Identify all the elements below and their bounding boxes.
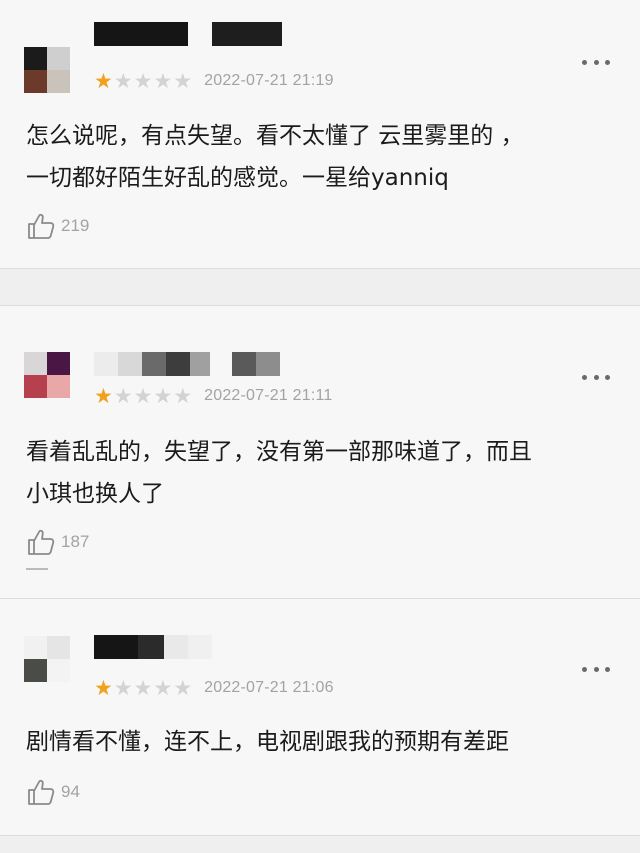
avatar-pixel [47, 47, 70, 70]
section-gap [0, 836, 640, 853]
review-card: ★ ★ ★ ★ ★ 2022-07-21 21:06 剧情看不懂，连不上，电视剧… [0, 599, 640, 835]
review-content-line: 剧情看不懂，连不上，电视剧跟我的预期有差距 [26, 729, 509, 755]
review-feed: ★ ★ ★ ★ ★ 2022-07-21 21:19 怎么说呢，有点失望。看不太… [0, 0, 640, 853]
username-redacted[interactable] [94, 352, 280, 376]
star-icon: ★ [133, 384, 153, 408]
star-icon: ★ [173, 384, 193, 408]
review-card: ★ ★ ★ ★ ★ 2022-07-21 21:11 看着乱乱的，失望了，没有第… [0, 306, 640, 598]
review-content-line: 一切都好陌生好乱的感觉。一星给yanniq [26, 165, 449, 191]
review-content-line: 看着乱乱的，失望了，没有第一部那味道了，而且 [26, 439, 532, 465]
avatar-pixel [24, 375, 47, 398]
avatar-pixel [24, 352, 47, 375]
avatar-pixel [47, 70, 70, 93]
avatar-pixel [47, 352, 70, 375]
review-content-line: 怎么说呢，有点失望。看不太懂了 云里雾里的 ， [26, 123, 524, 149]
review-date: 2022-07-21 21:11 [204, 387, 333, 404]
like-count: 187 [61, 532, 90, 551]
star-icon: ★ [173, 676, 193, 700]
review-content-line: 小琪也换人了 [26, 481, 164, 507]
star-icon: ★ [173, 69, 193, 93]
star-icon: ★ [113, 384, 133, 408]
star-rating: ★ ★ ★ ★ ★ [94, 385, 192, 407]
star-icon: ★ [94, 384, 113, 408]
star-icon: ★ [113, 69, 133, 93]
avatar[interactable] [24, 352, 70, 398]
rating-row: ★ ★ ★ ★ ★ 2022-07-21 21:11 [94, 383, 332, 409]
username-redacted[interactable] [94, 22, 282, 46]
more-icon[interactable] [582, 57, 610, 67]
username-redacted[interactable] [94, 635, 212, 659]
section-gap [0, 269, 640, 305]
review-content: 怎么说呢，有点失望。看不太懂了 云里雾里的 ， 一切都好陌生好乱的感觉。一星给y… [26, 115, 616, 199]
review-date: 2022-07-21 21:19 [204, 72, 334, 89]
avatar-pixel [24, 47, 47, 70]
like-button[interactable]: 219 [26, 211, 89, 241]
avatar-pixel [47, 636, 70, 659]
review-card: ★ ★ ★ ★ ★ 2022-07-21 21:19 怎么说呢，有点失望。看不太… [0, 0, 640, 268]
star-icon: ★ [153, 384, 173, 408]
review-content: 剧情看不懂，连不上，电视剧跟我的预期有差距 [26, 721, 616, 763]
like-button[interactable]: 94 [26, 777, 80, 807]
avatar[interactable] [24, 47, 70, 93]
thumbs-up-icon [28, 213, 55, 239]
thumbs-up-icon [28, 779, 55, 805]
like-count: 94 [61, 782, 80, 801]
review-content: 看着乱乱的，失望了，没有第一部那味道了，而且 小琪也换人了 [26, 431, 616, 515]
thumbs-up-icon [28, 529, 55, 555]
divider-fragment [26, 568, 48, 570]
avatar[interactable] [24, 636, 70, 682]
star-icon: ★ [153, 676, 173, 700]
more-icon[interactable] [582, 664, 610, 674]
star-icon: ★ [133, 69, 153, 93]
avatar-pixel [24, 70, 47, 93]
star-icon: ★ [133, 676, 153, 700]
like-button[interactable]: 187 [26, 527, 89, 557]
star-icon: ★ [153, 69, 173, 93]
avatar-pixel [47, 659, 70, 682]
rating-row: ★ ★ ★ ★ ★ 2022-07-21 21:19 [94, 68, 334, 94]
review-date: 2022-07-21 21:06 [204, 679, 334, 696]
star-icon: ★ [94, 676, 113, 700]
star-icon: ★ [94, 69, 113, 93]
rating-row: ★ ★ ★ ★ ★ 2022-07-21 21:06 [94, 675, 334, 701]
avatar-pixel [24, 636, 47, 659]
like-count: 219 [61, 216, 90, 235]
star-rating: ★ ★ ★ ★ ★ [94, 677, 192, 699]
more-icon[interactable] [582, 372, 610, 382]
avatar-pixel [24, 659, 47, 682]
avatar-pixel [47, 375, 70, 398]
star-rating: ★ ★ ★ ★ ★ [94, 70, 192, 92]
star-icon: ★ [113, 676, 133, 700]
